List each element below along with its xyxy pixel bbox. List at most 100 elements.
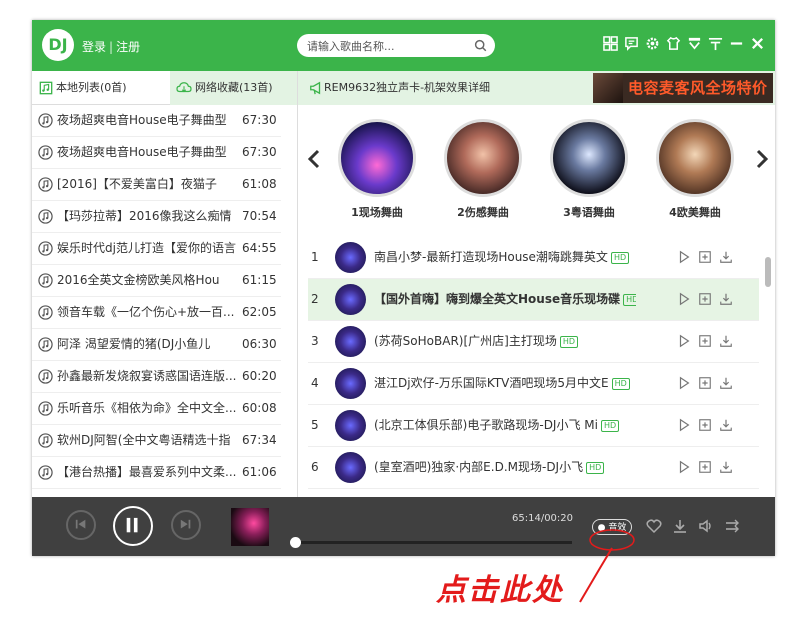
play-mode-icon[interactable] [724, 518, 740, 534]
playlist-item[interactable]: 乐听音乐《相依为命》全中文全... 60:08 [32, 393, 281, 425]
song-row[interactable]: 4 湛江Dj欢仔-万乐国际KTV酒吧现场5月中文E HD [308, 363, 759, 405]
tab-local-label: 本地列表(0首) [56, 80, 127, 94]
playlist-item[interactable]: 【玛莎拉蒂】2016像我这么痴情 70:54 [32, 201, 281, 233]
song-title[interactable]: 湛江Dj欢仔-万乐国际KTV酒吧现场5月中文E HD [374, 363, 636, 404]
main-content: REM9632独立声卡-机架效果详细 电容麦客风全场特价 1现场舞曲 2伤感舞曲… [298, 71, 775, 497]
category-label: 2伤感舞曲 [457, 206, 509, 219]
ad-banner[interactable]: 电容麦客风全场特价 [593, 73, 773, 103]
download-icon[interactable] [719, 292, 733, 306]
header-bar: DJ 登录 | 注册 [32, 20, 775, 71]
download-icon[interactable] [672, 518, 688, 534]
search-icon[interactable] [474, 39, 487, 52]
song-number: 1 [311, 250, 319, 264]
register-link[interactable]: 注册 [116, 40, 140, 54]
playlist-item-title: 夜场超爽电音House电子舞曲型 [57, 145, 227, 159]
playlist-item[interactable]: 领音车载《一亿个伤心+放一百... 62:05 [32, 297, 281, 329]
play-icon[interactable] [677, 376, 691, 390]
playlist-item-duration: 67:34 [242, 433, 277, 447]
category-carousel: 1现场舞曲 2伤感舞曲 3粤语舞曲 4欧美舞曲 [298, 119, 775, 229]
song-row[interactable]: 1 南昌小梦-最新打造现场House潮嗨跳舞英文 HD [308, 237, 759, 279]
tab-local-list[interactable]: 本地列表(0首) [32, 71, 170, 105]
add-icon[interactable] [698, 460, 712, 474]
category-western[interactable]: 4欧美舞曲 [653, 119, 737, 220]
song-title[interactable]: 南昌小梦-最新打造现场House潮嗨跳舞英文 HD [374, 237, 636, 278]
network-icon[interactable] [708, 36, 723, 51]
comment-icon[interactable] [624, 36, 639, 51]
song-title[interactable]: (北京工体俱乐部)电子歌路现场-DJ小飞 Mi HD [374, 405, 636, 446]
playlist-item[interactable]: 阿泽 渴望爱情的猪(DJ小鱼儿 06:30 [32, 329, 281, 361]
play-icon[interactable] [677, 460, 691, 474]
close-icon[interactable] [750, 36, 765, 51]
volume-icon[interactable] [698, 518, 714, 534]
skin-icon[interactable] [666, 36, 681, 51]
next-button[interactable] [171, 510, 201, 540]
playlist: 夜场超爽电音House电子舞曲型 67:30 夜场超爽电音House电子舞曲型 67:… [32, 105, 297, 489]
playlist-item[interactable]: 夜场超爽电音House电子舞曲型 67:30 [32, 105, 281, 137]
play-icon[interactable] [677, 292, 691, 306]
grid-icon[interactable] [603, 36, 618, 51]
sound-effect-button[interactable]: ● 音效 [592, 519, 632, 535]
song-row[interactable]: 3 (苏荷SoHoBAR)[广州店]主打现场 HD [308, 321, 759, 363]
song-thumbnail [335, 242, 366, 273]
playlist-item[interactable]: 娱乐时代dj范儿打造【爱你的语言 64:55 [32, 233, 281, 265]
add-icon[interactable] [698, 250, 712, 264]
player-actions [646, 518, 740, 534]
pause-button[interactable] [113, 506, 153, 546]
song-row[interactable]: 2 【国外首嗨】嗨到爆全英文House音乐现场碟 HD [308, 279, 759, 321]
album-cover[interactable] [231, 508, 269, 546]
auth-separator: | [109, 40, 114, 54]
download-icon[interactable] [719, 250, 733, 264]
download-icon[interactable] [719, 334, 733, 348]
song-title[interactable]: (皇室酒吧)独家·内部E.D.M现场-DJ小飞 HD [374, 447, 636, 488]
minimize-icon[interactable] [729, 36, 744, 51]
progress-knob[interactable] [290, 537, 301, 548]
playlist-item[interactable]: 孙鑫最新发烧叙宴诱惑国语连版... 60:20 [32, 361, 281, 393]
info-title[interactable]: REM9632独立声卡-机架效果详细 [324, 71, 490, 105]
playlist-item[interactable]: 夜场超爽电音House电子舞曲型 67:30 [32, 137, 281, 169]
download-icon[interactable] [719, 376, 733, 390]
add-icon[interactable] [698, 418, 712, 432]
playlist-item[interactable]: 【港台热播】最喜爱系列中文柔... 61:06 [32, 457, 281, 489]
heart-icon[interactable] [646, 518, 662, 534]
playlist-item[interactable]: 2016全英文金榜欧美风格Hou 61:15 [32, 265, 281, 297]
hd-badge: HD [611, 377, 630, 390]
category-cantonese[interactable]: 3粤语舞曲 [547, 119, 631, 220]
download-icon[interactable] [719, 418, 733, 432]
settings-icon[interactable] [645, 36, 660, 51]
song-actions [677, 460, 733, 474]
song-row[interactable]: 6 (皇室酒吧)独家·内部E.D.M现场-DJ小飞 HD [308, 447, 759, 489]
song-number: 5 [311, 418, 319, 432]
prev-button[interactable] [66, 510, 96, 540]
play-icon[interactable] [677, 334, 691, 348]
tab-net-favorites[interactable]: 网络收藏(13首) [170, 71, 297, 105]
song-title[interactable]: 【国外首嗨】嗨到爆全英文House音乐现场碟 HD [374, 279, 636, 320]
song-actions [677, 376, 733, 390]
auth-links: 登录 | 注册 [82, 38, 140, 55]
song-title-text: 湛江Dj欢仔-万乐国际KTV酒吧现场5月中文E [374, 376, 609, 390]
download-icon[interactable] [719, 460, 733, 474]
add-icon[interactable] [698, 292, 712, 306]
category-label: 3粤语舞曲 [563, 206, 615, 219]
category-image [338, 119, 416, 197]
progress-bar[interactable] [294, 541, 572, 544]
chevron-left-icon[interactable] [307, 149, 321, 169]
song-title[interactable]: (苏荷SoHoBAR)[广州店]主打现场 HD [374, 321, 636, 362]
category-sad[interactable]: 2伤感舞曲 [441, 119, 525, 220]
song-thumbnail [335, 452, 366, 483]
song-title-text: 【国外首嗨】嗨到爆全英文House音乐现场碟 [374, 292, 621, 306]
playlist-item[interactable]: 软州DJ阿智(全中文粤语精选十指 67:34 [32, 425, 281, 457]
song-row[interactable]: 5 (北京工体俱乐部)电子歌路现场-DJ小飞 Mi HD [308, 405, 759, 447]
scrollbar-thumb[interactable] [765, 257, 771, 287]
download-manager-icon[interactable] [687, 36, 702, 51]
app-logo: DJ [42, 29, 74, 61]
playlist-item[interactable]: [2016]【不爱美富白】夜猫子 61:08 [32, 169, 281, 201]
search-input[interactable] [305, 37, 469, 56]
login-link[interactable]: 登录 [82, 40, 106, 54]
ad-text: 电容麦客风全场特价 [628, 79, 768, 97]
play-icon[interactable] [677, 418, 691, 432]
add-icon[interactable] [698, 376, 712, 390]
category-live[interactable]: 1现场舞曲 [335, 119, 419, 220]
chevron-right-icon[interactable] [755, 149, 769, 169]
add-icon[interactable] [698, 334, 712, 348]
play-icon[interactable] [677, 250, 691, 264]
